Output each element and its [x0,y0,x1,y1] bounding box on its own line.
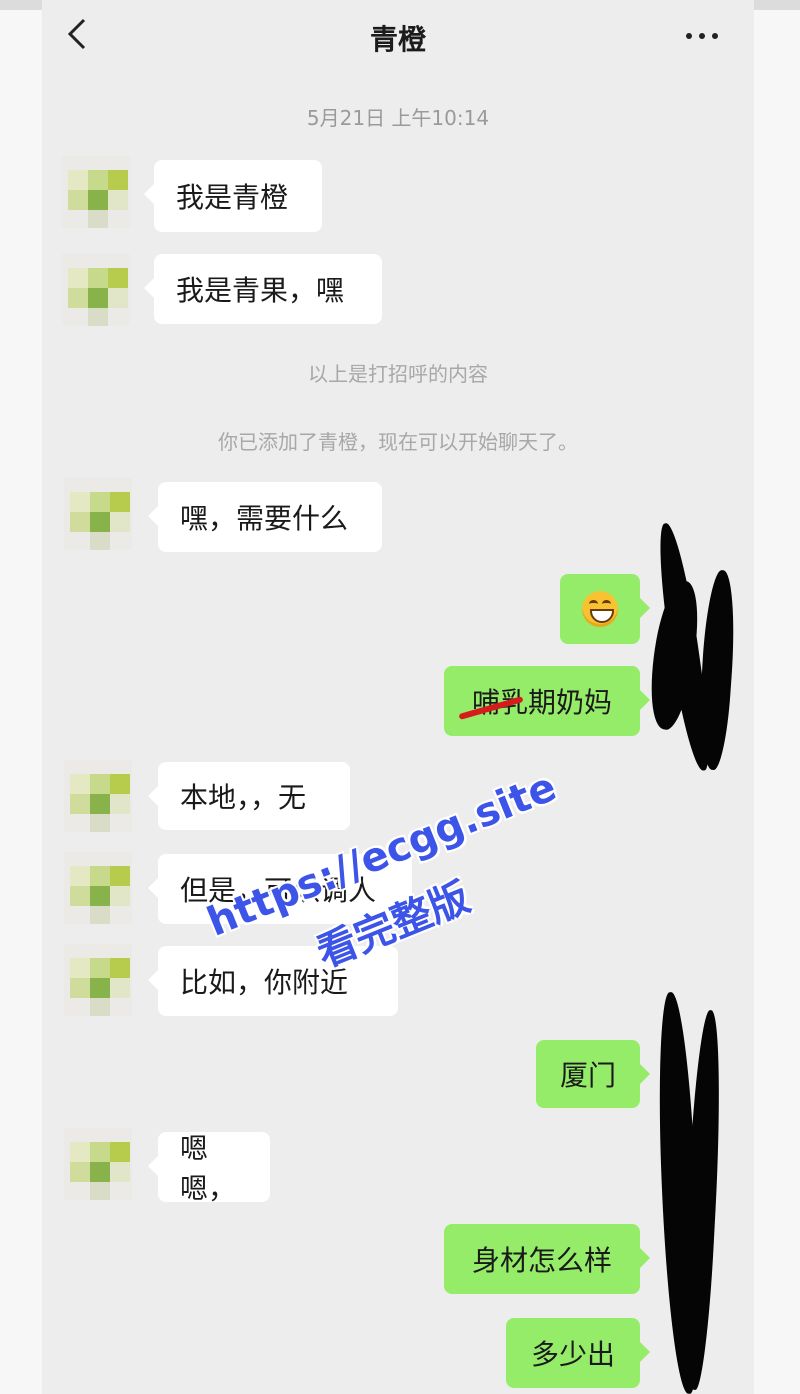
message-text: 厦门 [559,1059,616,1092]
more-options-button[interactable] [686,28,726,44]
received-message-bubble[interactable]: 嘿，需要什么 [148,482,382,552]
sent-message-bubble[interactable]: 身材怎么样 [444,1224,650,1294]
message-timestamp: 5月21日 上午10:14 [306,106,490,130]
contact-avatar[interactable] [64,1128,132,1200]
contact-avatar[interactable] [64,852,132,924]
grin-emoji-icon [582,591,618,627]
message-text: 我是青果，嘿 [176,274,345,307]
message-text: 本地，，无 [180,781,307,814]
received-message-bubble[interactable]: 嗯嗯， [148,1132,270,1205]
message-text: 哺乳期奶妈 [471,686,612,719]
message-text: 身材怎么样 [471,1244,612,1277]
message-text: 我是青橙 [176,181,289,214]
message-text: 嗯嗯， [180,1132,237,1205]
received-message-bubble[interactable]: 我是青果，嘿 [144,254,382,324]
sent-message-bubble[interactable] [560,574,650,644]
system-notice: 以上是打招呼的内容 [308,362,488,386]
contact-avatar[interactable] [64,760,132,832]
contact-avatar[interactable] [64,478,132,550]
received-message-bubble[interactable]: 我是青橙 [144,160,322,232]
sent-message-bubble[interactable]: 哺乳期奶妈 [444,666,650,736]
message-text: 多少出 [530,1338,615,1371]
message-text: 嘿，需要什么 [180,502,349,535]
contact-avatar[interactable] [64,944,132,1016]
chat-header: 青橙 [42,0,754,72]
page-title: 青橙 [369,23,426,56]
contact-avatar[interactable] [62,254,130,326]
contact-avatar[interactable] [62,156,130,228]
sent-message-bubble[interactable]: 多少出 [506,1318,650,1388]
chat-screen: 青橙 5月21日 上午10:14 我是青橙 我是青果，嘿 以上是打招呼的内容 你… [42,0,754,1394]
sent-message-bubble[interactable]: 厦门 [536,1040,650,1108]
more-dots-icon [686,33,692,39]
system-notice: 你已添加了青橙，现在可以开始聊天了。 [218,430,578,454]
